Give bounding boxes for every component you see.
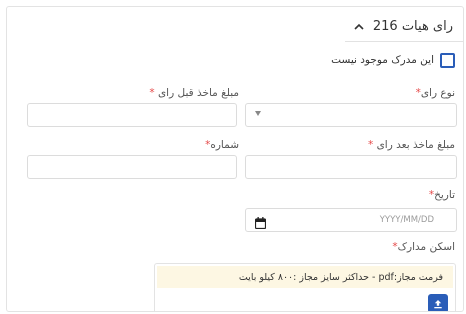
amount-after-input[interactable] — [245, 155, 457, 179]
panel-title: رای هیات 216 — [372, 18, 453, 34]
upload-button[interactable] — [428, 294, 448, 311]
number-label: شماره* — [205, 139, 239, 151]
header-underline — [345, 41, 463, 42]
upload-format-note: فرمت مجاز:pdf - حداکثر سایز مجاز :۸۰۰ کی… — [157, 266, 453, 288]
amount-before-input[interactable] — [27, 103, 237, 127]
date-input[interactable]: YYYY/MM/DD — [245, 208, 457, 232]
upload-icon — [433, 294, 443, 311]
date-placeholder: YYYY/MM/DD — [379, 215, 434, 225]
date-label: تاریخ* — [428, 189, 455, 201]
chevron-up-icon[interactable] — [353, 20, 365, 32]
amount-after-label: مبلغ ماخذ بعد رای * — [368, 139, 455, 151]
panel-header[interactable]: رای هیات 216 — [353, 15, 453, 37]
calendar-icon[interactable] — [254, 214, 267, 230]
required-mark: * — [149, 87, 155, 99]
scan-label: اسکن مدارک* — [392, 241, 455, 253]
document-missing-checkbox[interactable] — [440, 52, 455, 68]
scan-upload-box: فرمت مجاز:pdf - حداکثر سایز مجاز :۸۰۰ کی… — [154, 263, 456, 311]
dropdown-arrow-icon — [255, 111, 261, 116]
amount-before-label: مبلغ ماخذ قبل رای * — [149, 87, 239, 99]
number-input[interactable] — [27, 155, 237, 179]
document-missing-label: این مدرک موجود نیست — [331, 54, 434, 66]
required-mark: * — [368, 139, 374, 151]
vote-type-label: نوع رای* — [415, 87, 455, 99]
document-missing-row[interactable]: این مدرک موجود نیست — [331, 51, 455, 69]
vote-type-select[interactable] — [245, 103, 457, 127]
vote-216-panel: رای هیات 216 این مدرک موجود نیست نوع رای… — [6, 6, 464, 312]
